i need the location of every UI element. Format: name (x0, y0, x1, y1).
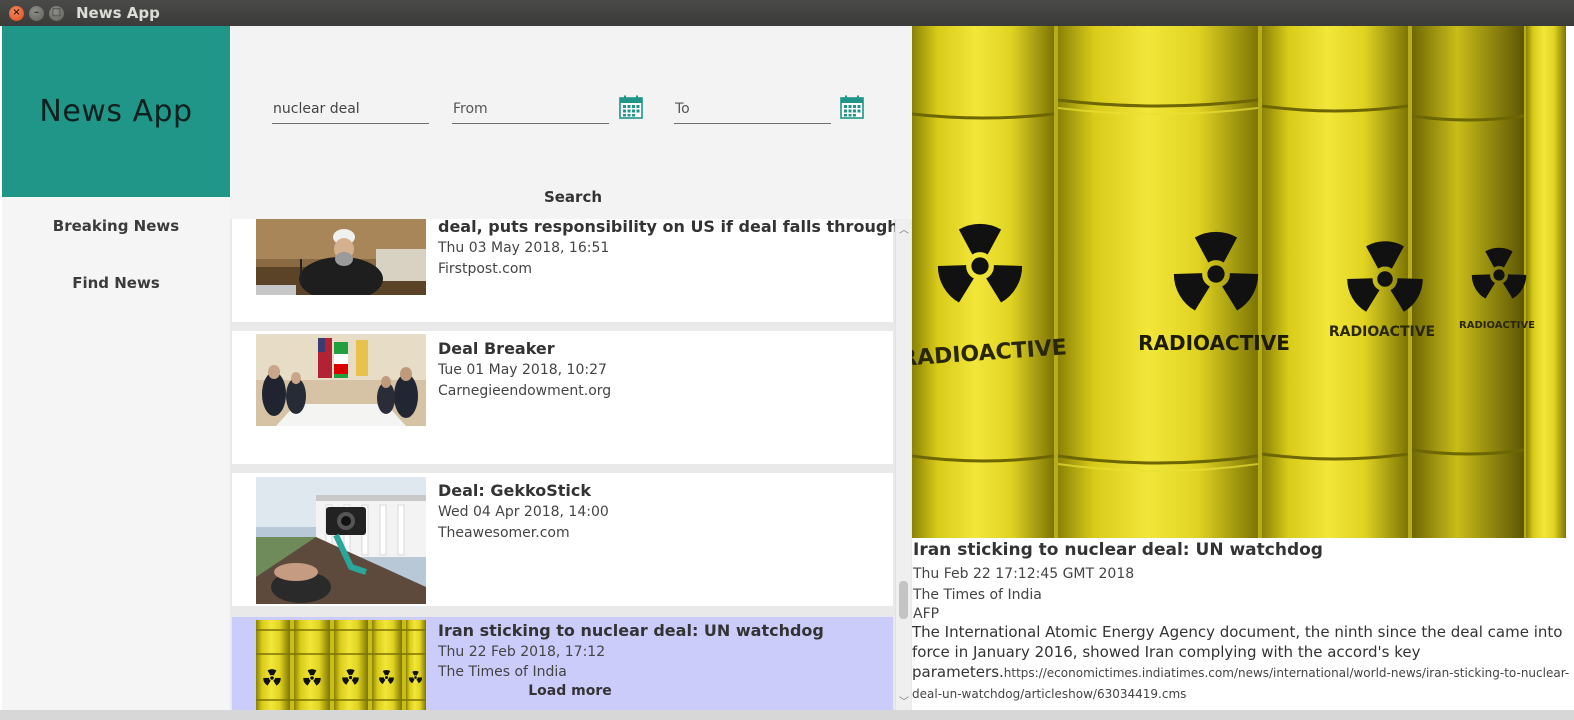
load-more-button[interactable]: Load more (480, 683, 660, 699)
article-source: Carnegieendowment.org (438, 383, 612, 399)
query-field (272, 96, 429, 124)
sidebar: Breaking News Find News (2, 197, 230, 710)
article-date: Thu 03 May 2018, 16:51 (438, 240, 610, 256)
scroll-down-icon[interactable]: ﹀ (896, 693, 912, 708)
from-field (452, 96, 609, 124)
radioactive-label: RADIOACTIVE (1459, 320, 1535, 331)
article-source: Firstpost.com (438, 261, 533, 277)
search-button[interactable]: Search (528, 184, 618, 210)
app-brand: News App (2, 26, 230, 197)
list-item[interactable]: deal, puts responsibility on US if deal … (232, 219, 899, 322)
detail-source: The Times of India (913, 587, 1042, 603)
scroll-thumb[interactable] (899, 581, 908, 619)
sidebar-item-find-news[interactable]: Find News (2, 274, 230, 292)
app-brand-label: News App (39, 94, 193, 129)
article-date: Tue 01 May 2018, 10:27 (438, 362, 607, 378)
article-hero-image: RADIOACTIVE RADIOACTIVE RADIOACTIVE RADI… (912, 26, 1566, 538)
article-source: The Times of India (438, 664, 567, 680)
article-thumbnail (256, 219, 426, 295)
list-item[interactable]: Deal Breaker Tue 01 May 2018, 10:27 Carn… (232, 331, 893, 464)
results-scrollbar[interactable]: ︿ ﹀ (895, 219, 911, 710)
article-source: Theawesomer.com (438, 525, 570, 541)
to-field (674, 96, 831, 124)
window-title: News App (76, 4, 160, 22)
article-thumbnail (256, 334, 426, 426)
minimize-icon[interactable]: – (29, 5, 44, 21)
detail-url-link[interactable]: https://economictimes.indiatimes.com/new… (912, 666, 1569, 701)
search-input[interactable] (272, 96, 429, 122)
detail-author: AFP (913, 606, 940, 622)
calendar-icon[interactable] (840, 95, 864, 119)
detail-description: The International Atomic Energy Agency d… (912, 622, 1572, 704)
results-list: deal, puts responsibility on US if deal … (230, 219, 912, 710)
article-title: deal, puts responsibility on US if deal … (438, 219, 899, 236)
window-bottom-edge (0, 710, 1574, 720)
maximize-icon[interactable]: □ (49, 5, 64, 21)
detail-published: Thu Feb 22 17:12:45 GMT 2018 (913, 566, 1135, 582)
app-window: News App Breaking News Find News nuclear… (0, 26, 1574, 710)
article-title: Deal Breaker (438, 339, 555, 358)
article-thumbnail (256, 477, 426, 604)
article-thumbnail (256, 620, 426, 710)
window-titlebar: × – □ News App (0, 0, 1574, 26)
article-title: Iran sticking to nuclear deal: UN watchd… (438, 621, 824, 640)
detail-title: Iran sticking to nuclear deal: UN watchd… (913, 540, 1323, 560)
from-date-input[interactable] (452, 96, 609, 122)
article-title: Deal: GekkoStick (438, 481, 591, 500)
to-date-input[interactable] (674, 96, 831, 122)
article-detail: RADIOACTIVE RADIOACTIVE RADIOACTIVE RADI… (912, 26, 1574, 710)
scroll-up-icon[interactable]: ︿ (896, 221, 912, 236)
search-panel: Search (230, 26, 912, 219)
article-date: Wed 04 Apr 2018, 14:00 (438, 504, 609, 520)
radioactive-label: RADIOACTIVE (1329, 324, 1435, 340)
article-date: Thu 22 Feb 2018, 17:12 (438, 644, 606, 660)
sidebar-item-breaking-news[interactable]: Breaking News (2, 217, 230, 235)
radioactive-label: RADIOACTIVE (1138, 331, 1290, 355)
calendar-icon[interactable] (619, 95, 643, 119)
close-icon[interactable]: × (9, 5, 24, 21)
list-item[interactable]: Deal: GekkoStick Wed 04 Apr 2018, 14:00 … (232, 473, 893, 606)
